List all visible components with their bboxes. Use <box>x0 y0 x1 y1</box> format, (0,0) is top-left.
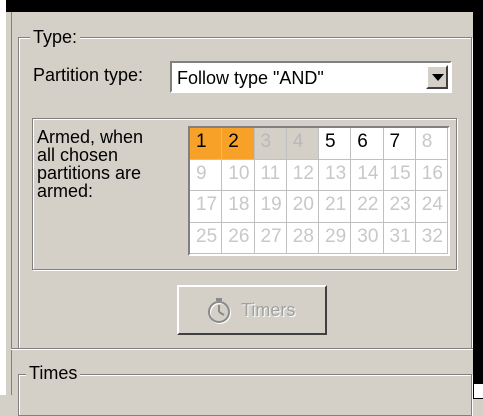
window-frame-inner-left <box>6 12 12 395</box>
timers-button[interactable]: Timers <box>177 285 327 335</box>
partition-type-label: Partition type: <box>33 65 144 85</box>
partition-grid: 1 2 3 4 5 6 7 8 9 10 11 12 13 14 15 16 17 18 19 20 21 22 23 24 2… <box>188 126 450 256</box>
partition-cell[interactable]: 5 <box>319 128 352 160</box>
partition-cell[interactable]: 20 <box>286 191 319 223</box>
partition-type-select[interactable]: Follow type "AND" <box>170 61 452 93</box>
partition-cell[interactable]: 26 <box>222 222 255 254</box>
partition-cell[interactable]: 23 <box>383 191 416 223</box>
partition-cell[interactable]: 7 <box>383 128 416 160</box>
partition-cell[interactable]: 29 <box>319 222 352 254</box>
partition-cell[interactable]: 4 <box>286 128 319 160</box>
partition-cell[interactable]: 6 <box>351 128 384 160</box>
partition-type-value: Follow type "AND" <box>177 68 324 88</box>
partition-cell[interactable]: 30 <box>351 222 384 254</box>
partition-cell[interactable]: 17 <box>190 191 223 223</box>
armed-condition-label: Armed, when all chosen partitions are ar… <box>37 128 172 200</box>
partition-cell[interactable]: 21 <box>319 191 352 223</box>
section-divider <box>11 348 473 349</box>
partition-cell[interactable]: 27 <box>254 222 287 254</box>
partition-cell[interactable]: 14 <box>351 159 384 191</box>
partition-cell[interactable]: 18 <box>222 191 255 223</box>
partition-cell[interactable]: 8 <box>415 128 448 160</box>
partition-cell[interactable]: 11 <box>254 159 287 191</box>
type-groupbox-legend: Type: <box>30 28 81 46</box>
partition-cell[interactable]: 3 <box>254 128 287 160</box>
partition-cell[interactable]: 15 <box>383 159 416 191</box>
partition-cell[interactable]: 10 <box>222 159 255 191</box>
armed-label-line: all chosen <box>37 145 119 165</box>
window-frame-top <box>0 0 483 12</box>
armed-label-line: armed: <box>37 181 94 201</box>
dropdown-button[interactable] <box>426 65 448 89</box>
partition-cell[interactable]: 25 <box>190 222 223 254</box>
partition-cell[interactable]: 19 <box>254 191 287 223</box>
partition-cell[interactable]: 22 <box>351 191 384 223</box>
partition-cell[interactable]: 24 <box>415 191 448 223</box>
times-groupbox <box>18 374 472 416</box>
stopwatch-icon <box>208 298 231 324</box>
partition-cell[interactable]: 1 <box>190 128 223 160</box>
window-frame-right <box>473 0 483 395</box>
partition-cell[interactable]: 32 <box>415 222 448 254</box>
armed-label-line: partitions are <box>37 163 142 183</box>
partition-cell[interactable]: 12 <box>286 159 319 191</box>
timers-button-label: Timers <box>241 300 296 320</box>
partition-cell[interactable]: 28 <box>286 222 319 254</box>
partition-cell[interactable]: 2 <box>222 128 255 160</box>
partition-cell[interactable]: 13 <box>319 159 352 191</box>
armed-label-line: Armed, when <box>37 127 144 147</box>
times-groupbox-legend: Times <box>26 364 81 382</box>
partition-cell[interactable]: 9 <box>190 159 223 191</box>
chevron-down-icon <box>432 74 444 81</box>
scroll-corner <box>473 383 483 399</box>
partition-cell[interactable]: 31 <box>383 222 416 254</box>
partition-cell[interactable]: 16 <box>415 159 448 191</box>
